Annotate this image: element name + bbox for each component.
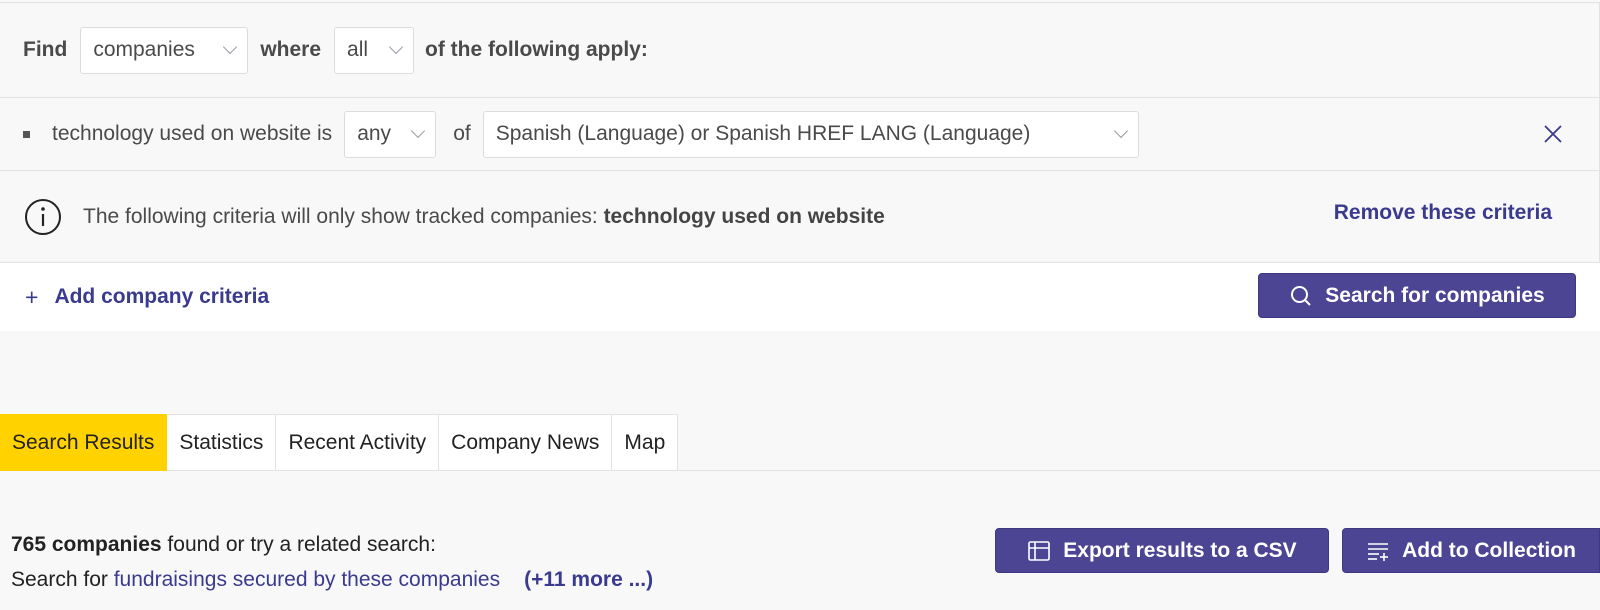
quantifier-select[interactable]: any xyxy=(344,110,437,158)
add-to-collection-button[interactable]: Add to Collection xyxy=(1342,528,1600,573)
search-for-companies-button[interactable]: Search for companies xyxy=(1258,273,1576,318)
related-search: Search for fundraisings secured by these… xyxy=(11,568,654,591)
export-button-label: Export results to a CSV xyxy=(1063,538,1297,562)
query-row: Find companies where all of the followin… xyxy=(0,3,1600,98)
chevron-down-icon xyxy=(223,39,238,55)
tracked-notice: The following criteria will only show tr… xyxy=(0,171,1600,263)
results-tabs: Search Results Statistics Recent Activit… xyxy=(0,414,679,471)
tab-map[interactable]: Map xyxy=(612,414,679,471)
tab-company-news[interactable]: Company News xyxy=(439,414,613,471)
search-button-label: Search for companies xyxy=(1325,283,1545,307)
tab-statistics[interactable]: Statistics xyxy=(167,414,277,471)
add-company-criteria-link[interactable]: + Add company criteria xyxy=(25,284,269,311)
bullet-icon xyxy=(23,130,30,138)
find-label: Find xyxy=(23,38,68,61)
where-label: where xyxy=(260,38,322,61)
entity-select-value: companies xyxy=(93,38,195,61)
results-count: 765 companies xyxy=(11,533,162,556)
chevron-down-icon xyxy=(411,123,426,139)
quantifier-select-value: any xyxy=(357,122,392,145)
chevron-down-icon xyxy=(388,39,404,55)
entity-select[interactable]: companies xyxy=(80,26,249,74)
tab-search-results[interactable]: Search Results xyxy=(0,414,168,471)
more-related-link[interactable]: (+11 more ...) xyxy=(524,568,653,591)
match-select-value: all xyxy=(347,38,369,61)
criterion-row: technology used on website is any of Spa… xyxy=(0,98,1600,171)
remove-criteria-link[interactable]: Remove these criteria xyxy=(1334,201,1552,225)
notice-text: The following criteria will only show tr… xyxy=(83,204,885,228)
results-summary: 765 companies found or try a related sea… xyxy=(11,533,436,556)
plus-icon: + xyxy=(25,283,39,310)
search-icon xyxy=(1291,285,1311,306)
close-icon[interactable] xyxy=(1542,123,1564,145)
list-add-icon xyxy=(1368,542,1389,561)
table-icon xyxy=(1028,540,1051,561)
of-label: of xyxy=(453,122,471,145)
match-select[interactable]: all xyxy=(334,26,415,74)
notice-bold: technology used on website xyxy=(603,204,885,228)
technology-select[interactable]: Spanish (Language) or Spanish HREF LANG … xyxy=(482,110,1139,158)
tab-recent-activity[interactable]: Recent Activity xyxy=(276,414,440,471)
collection-button-label: Add to Collection xyxy=(1402,538,1576,562)
export-csv-button[interactable]: Export results to a CSV xyxy=(995,528,1329,573)
chevron-down-icon xyxy=(1113,123,1128,139)
technology-select-value: Spanish (Language) or Spanish HREF LANG … xyxy=(495,122,1031,145)
apply-label: of the following apply: xyxy=(425,38,648,61)
add-criteria-label: Add company criteria xyxy=(54,285,270,308)
related-search-link[interactable]: fundraisings secured by these companies xyxy=(114,568,500,591)
criterion-field: technology used on website is xyxy=(52,122,333,145)
info-icon xyxy=(25,198,61,235)
